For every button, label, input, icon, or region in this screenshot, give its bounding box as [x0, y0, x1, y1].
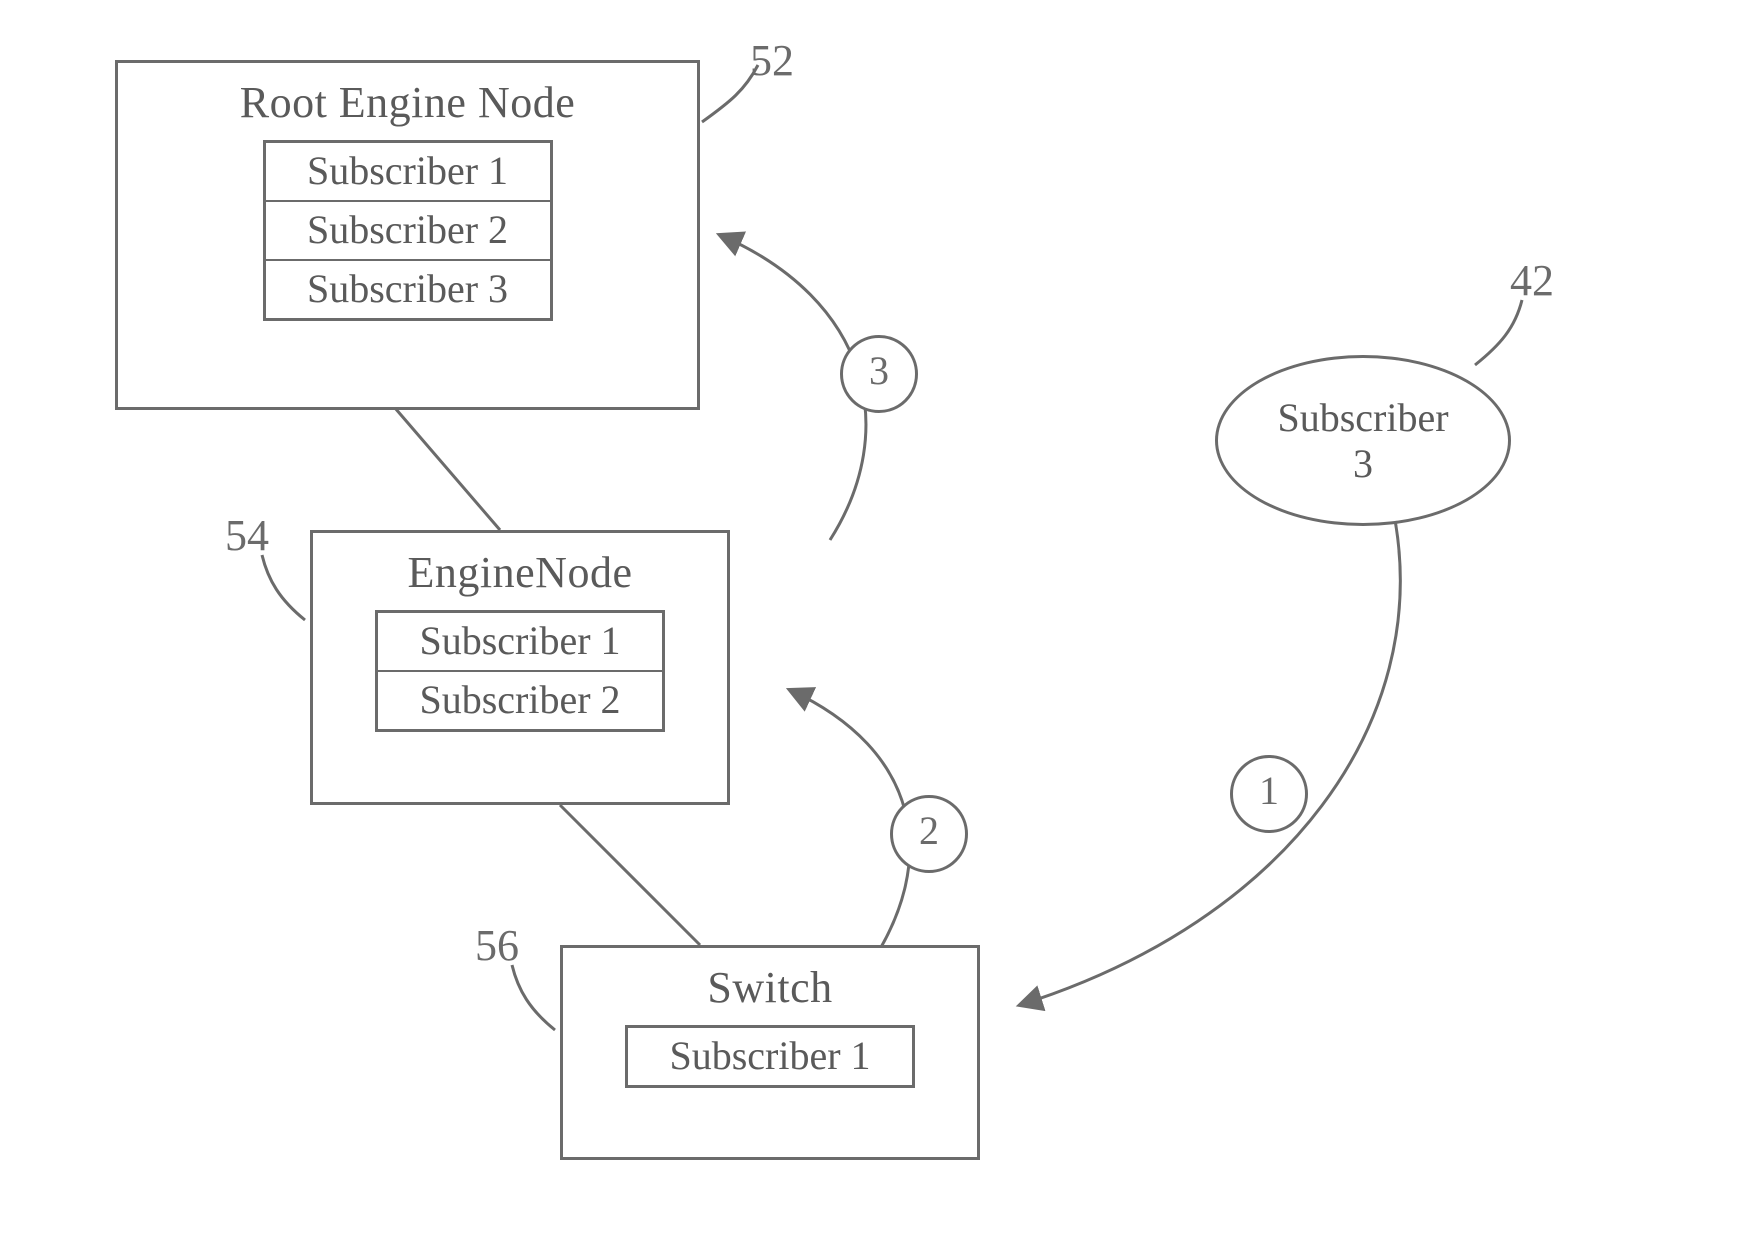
switch-subscriber-table: Subscriber 1	[625, 1025, 915, 1088]
table-row: Subscriber 3	[266, 261, 550, 318]
root-subscriber-table: Subscriber 1 Subscriber 2 Subscriber 3	[263, 140, 553, 321]
step-badge-1: 1	[1230, 755, 1308, 833]
root-engine-node: Root Engine Node Subscriber 1 Subscriber…	[115, 60, 700, 410]
diagram-stage: Root Engine Node Subscriber 1 Subscriber…	[0, 0, 1747, 1249]
subscriber-3-ellipse: Subscriber 3	[1215, 355, 1511, 526]
table-row: Subscriber 1	[378, 613, 662, 672]
ref-label-switch: 56	[475, 920, 519, 971]
switch-node: Switch Subscriber 1	[560, 945, 980, 1160]
engine-node-title: EngineNode	[313, 547, 727, 598]
subscriber-ellipse-number: 3	[1218, 441, 1508, 487]
table-row: Subscriber 2	[266, 202, 550, 261]
switch-node-title: Switch	[563, 962, 977, 1013]
step-badge-3: 3	[840, 335, 918, 413]
subscriber-ellipse-label: Subscriber	[1218, 395, 1508, 441]
table-row: Subscriber 1	[628, 1028, 912, 1085]
ref-label-root: 52	[750, 35, 794, 86]
table-row: Subscriber 2	[378, 672, 662, 729]
engine-node: EngineNode Subscriber 1 Subscriber 2	[310, 530, 730, 805]
engine-subscriber-table: Subscriber 1 Subscriber 2	[375, 610, 665, 732]
root-node-title: Root Engine Node	[118, 77, 697, 128]
ref-label-subscriber3: 42	[1510, 255, 1554, 306]
table-row: Subscriber 1	[266, 143, 550, 202]
ref-label-engine: 54	[225, 510, 269, 561]
step-badge-2: 2	[890, 795, 968, 873]
